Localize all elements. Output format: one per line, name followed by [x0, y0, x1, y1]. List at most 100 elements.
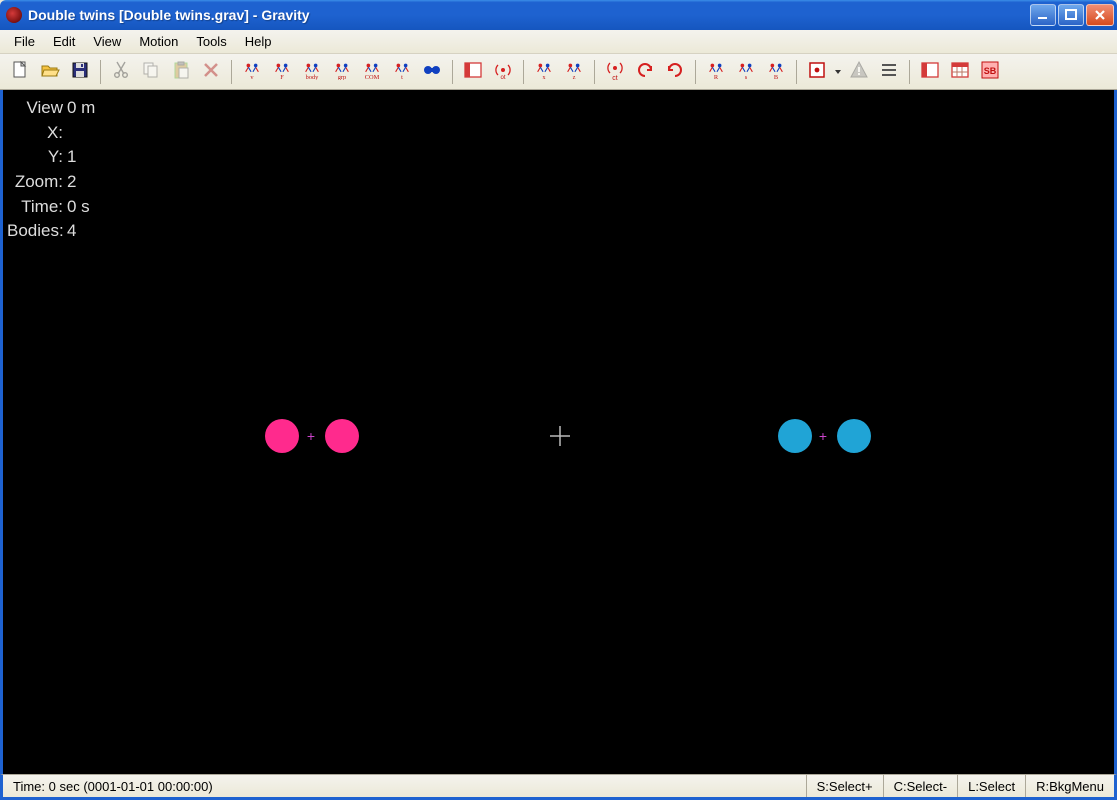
body-tool-button[interactable]: body — [298, 58, 326, 86]
menu-help[interactable]: Help — [237, 32, 280, 51]
svg-text:z: z — [573, 74, 576, 80]
svg-text:F: F — [280, 74, 284, 80]
hud-viewx-label: View X: — [7, 96, 67, 145]
com-tool-icon: COM — [362, 60, 382, 83]
svg-text:x: x — [542, 74, 546, 80]
x-tool-button[interactable]: x — [530, 58, 558, 86]
menubar: File Edit View Motion Tools Help — [0, 30, 1117, 54]
status-s: S:Select+ — [806, 775, 883, 797]
hud-time-value: 0 s — [67, 195, 90, 220]
frame-tool-button[interactable] — [803, 58, 831, 86]
svg-text:SB: SB — [984, 66, 997, 76]
frame-tool-dropdown[interactable] — [833, 68, 843, 76]
titlebar: Double twins [Double twins.grav] - Gravi… — [0, 0, 1117, 30]
maximize-button[interactable] — [1058, 4, 1084, 26]
rotate-ccw-icon — [635, 60, 655, 83]
hud-zoom-value: 2 — [67, 170, 76, 195]
hud-time-label: Time: — [7, 195, 67, 220]
body-tool-icon: body — [302, 60, 322, 83]
rotate-cw-icon — [665, 60, 685, 83]
align-left-button[interactable] — [459, 58, 487, 86]
frame-tool-icon — [807, 60, 827, 83]
warning-button — [845, 58, 873, 86]
pair-1-center-icon: + — [307, 429, 315, 443]
svg-text:ct: ct — [612, 75, 618, 80]
panel-purple-icon — [950, 60, 970, 83]
statusbar: Time: 0 sec (0001-01-01 00:00:00) S:Sele… — [0, 774, 1117, 800]
cut-icon — [111, 60, 131, 83]
menu-edit[interactable]: Edit — [45, 32, 83, 51]
body-3[interactable] — [778, 419, 812, 453]
vector-tool-icon: v — [242, 60, 262, 83]
paste-icon — [171, 60, 191, 83]
paste-button — [167, 58, 195, 86]
svg-text:B: B — [774, 74, 778, 80]
simulation-canvas[interactable]: View X:0 m Y:1 Zoom:2 Time:0 s Bodies:4 … — [0, 90, 1117, 774]
force-tool-icon: F — [272, 60, 292, 83]
save-file-icon — [70, 60, 90, 83]
rotate-ccw-button[interactable] — [631, 58, 659, 86]
hud-zoom-label: Zoom: — [7, 170, 67, 195]
com-tool-button[interactable]: COM — [358, 58, 386, 86]
r-tool-icon: R — [706, 60, 726, 83]
copy-button — [137, 58, 165, 86]
s-tool-button[interactable]: s — [732, 58, 760, 86]
delete-icon — [201, 60, 221, 83]
z-tool-icon: z — [564, 60, 584, 83]
open-file-icon — [40, 60, 60, 83]
force-tool-button[interactable]: F — [268, 58, 296, 86]
ct-tool-button[interactable]: ct — [601, 58, 629, 86]
x-tool-icon: x — [534, 60, 554, 83]
s-tool-icon: s — [736, 60, 756, 83]
svg-text:R: R — [714, 74, 719, 80]
link-tool-button[interactable] — [418, 58, 446, 86]
svg-text:v: v — [250, 74, 254, 80]
body-2[interactable] — [325, 419, 359, 453]
window-controls — [1028, 0, 1117, 30]
svg-text:COM: COM — [365, 74, 380, 80]
svg-text:t: t — [401, 74, 403, 80]
pair-2-center-icon: + — [819, 429, 827, 443]
b-tool-button[interactable]: B — [762, 58, 790, 86]
open-file-button[interactable] — [36, 58, 64, 86]
status-l: L:Select — [957, 775, 1025, 797]
hud-bodies-label: Bodies: — [7, 219, 67, 244]
body-4[interactable] — [837, 419, 871, 453]
menu-view[interactable]: View — [85, 32, 129, 51]
z-tool-button[interactable]: z — [560, 58, 588, 86]
vector-tool-button[interactable]: v — [238, 58, 266, 86]
copy-icon — [141, 60, 161, 83]
link-tool-icon — [422, 60, 442, 83]
status-c: C:Select- — [883, 775, 957, 797]
svg-text:ot: ot — [500, 75, 505, 80]
group-tool-button[interactable]: grp — [328, 58, 356, 86]
sb-button-button[interactable]: SB — [976, 58, 1004, 86]
menu-tools[interactable]: Tools — [188, 32, 234, 51]
panel-red-button[interactable] — [916, 58, 944, 86]
body-1[interactable] — [265, 419, 299, 453]
hud-y-value: 1 — [67, 145, 76, 170]
rotate-cw-button[interactable] — [661, 58, 689, 86]
menu-file[interactable]: File — [6, 32, 43, 51]
hud-bodies-value: 4 — [67, 219, 76, 244]
delete-button — [197, 58, 225, 86]
save-file-button[interactable] — [66, 58, 94, 86]
broadcast-button[interactable]: ot — [489, 58, 517, 86]
ct-tool-icon: ct — [605, 60, 625, 83]
trace-tool-button[interactable]: t — [388, 58, 416, 86]
new-file-button[interactable] — [6, 58, 34, 86]
hud-viewx-value: 0 m — [67, 96, 95, 145]
broadcast-icon: ot — [493, 60, 513, 83]
b-tool-icon: B — [766, 60, 786, 83]
hud-overlay: View X:0 m Y:1 Zoom:2 Time:0 s Bodies:4 — [7, 96, 95, 244]
cut-button — [107, 58, 135, 86]
r-tool-button[interactable]: R — [702, 58, 730, 86]
close-button[interactable] — [1086, 4, 1114, 26]
warning-icon — [849, 60, 869, 83]
menu-motion[interactable]: Motion — [131, 32, 186, 51]
status-time: Time: 0 sec (0001-01-01 00:00:00) — [3, 775, 806, 797]
panel-purple-button[interactable] — [946, 58, 974, 86]
group-tool-icon: grp — [332, 60, 352, 83]
list-button[interactable] — [875, 58, 903, 86]
minimize-button[interactable] — [1030, 4, 1056, 26]
